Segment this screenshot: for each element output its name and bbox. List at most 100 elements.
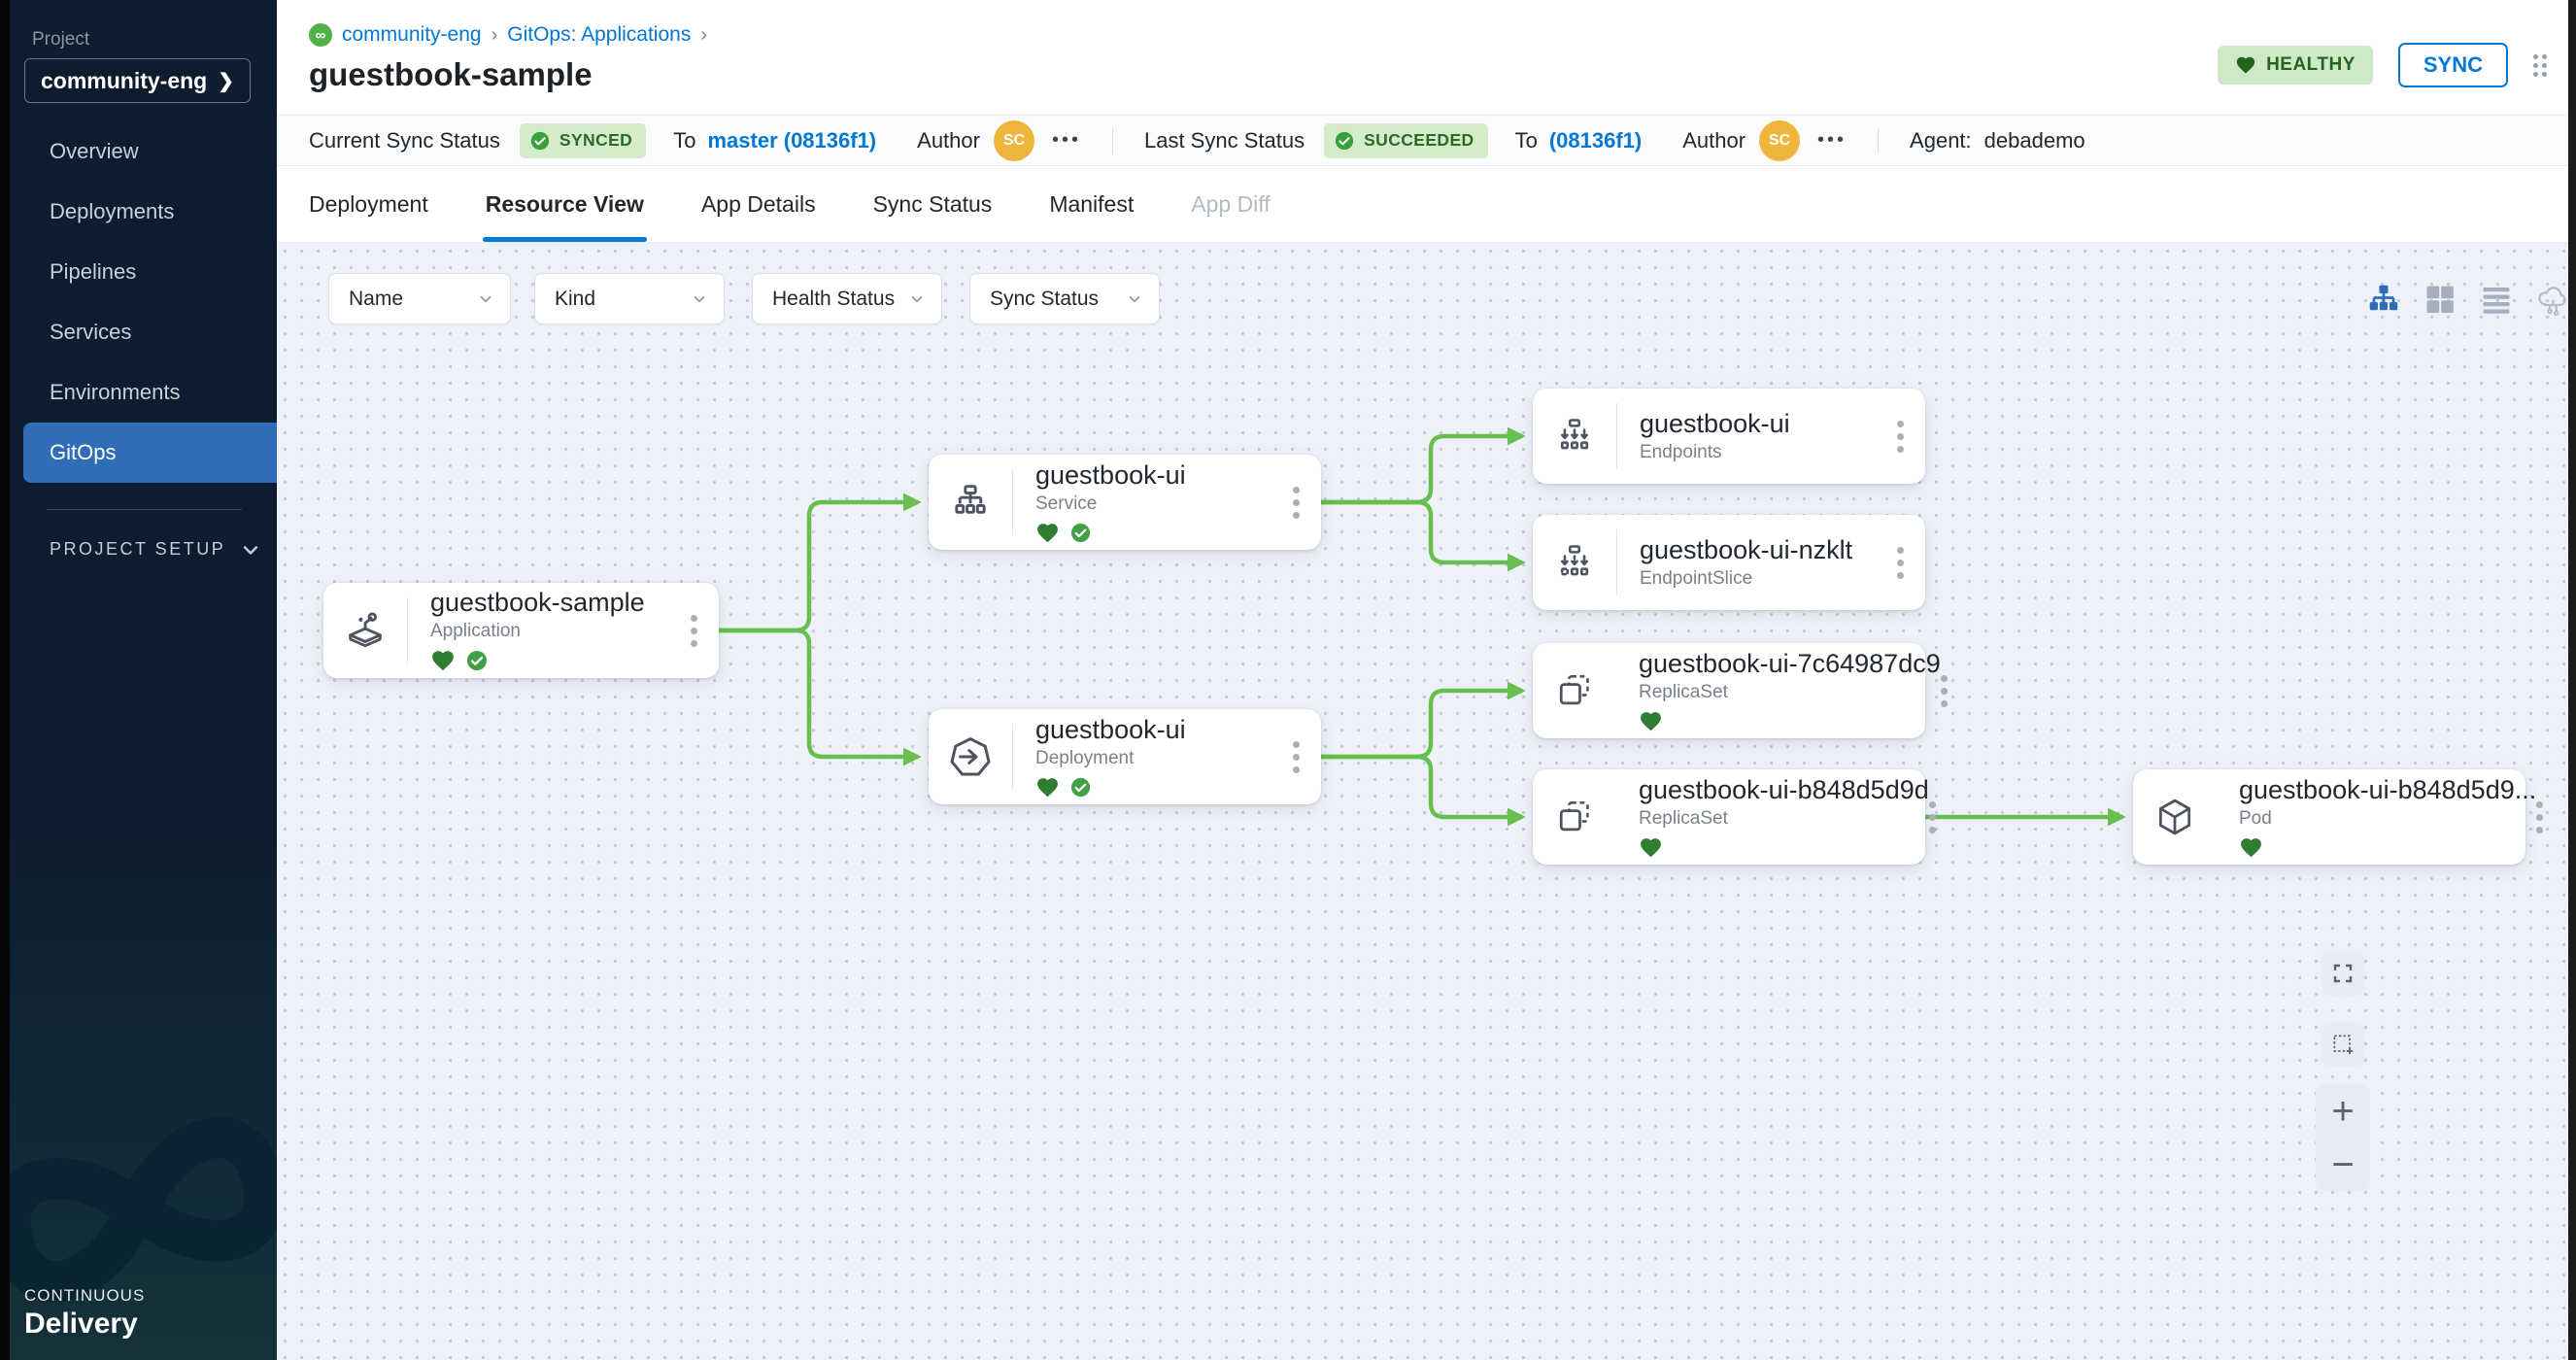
- commit-more-button[interactable]: •••: [1052, 129, 1081, 152]
- synced-check-icon: [1069, 776, 1092, 799]
- last-revision-link[interactable]: (08136f1): [1549, 128, 1642, 153]
- filter-sync-status-dropdown[interactable]: Sync Status: [969, 273, 1160, 324]
- replicaset-icon: [1553, 669, 1596, 712]
- tab-app-diff: App Diff: [1191, 166, 1270, 242]
- node-name: guestbook-ui: [1640, 409, 1875, 439]
- endpointslice-icon: [1553, 541, 1596, 584]
- sidebar-item-services[interactable]: Services: [0, 302, 277, 362]
- node-deployment-guestbook-ui[interactable]: guestbook-ui Deployment: [929, 709, 1321, 804]
- health-status-badge: HEALTHY: [2218, 46, 2373, 85]
- node-endpoints-guestbook-ui[interactable]: guestbook-ui Endpoints: [1533, 389, 1925, 484]
- author-avatar: SC: [994, 120, 1034, 161]
- filter-name-dropdown[interactable]: Name: [328, 273, 511, 324]
- synced-badge: SYNCED: [520, 123, 646, 158]
- heart-icon: [2235, 54, 2256, 76]
- breadcrumb-project-link[interactable]: community-eng: [342, 23, 482, 47]
- brand-logo: CONTINUOUS Delivery: [24, 1286, 145, 1341]
- app-tabs: Deployment Resource View App Details Syn…: [277, 166, 2576, 243]
- zoom-out-button[interactable]: −: [2331, 1145, 2354, 1184]
- list-view-icon[interactable]: [2479, 282, 2514, 317]
- chevron-right-icon: ❯: [218, 69, 234, 93]
- divider: [1112, 128, 1113, 153]
- tab-manifest[interactable]: Manifest: [1049, 166, 1134, 242]
- sync-button[interactable]: SYNC: [2398, 43, 2508, 87]
- node-status: [1035, 521, 1271, 545]
- tab-sync-status[interactable]: Sync Status: [873, 166, 993, 242]
- project-setup-toggle[interactable]: PROJECT SETUP: [0, 539, 277, 560]
- node-service-guestbook-ui[interactable]: guestbook-ui Service: [929, 455, 1321, 550]
- sidebar-item-environments[interactable]: Environments: [0, 362, 277, 423]
- divider: [1878, 128, 1879, 153]
- breadcrumb-applications-link[interactable]: GitOps: Applications: [507, 23, 691, 47]
- node-kind: Deployment: [1035, 748, 1271, 769]
- breadcrumb: ∞ community-eng › GitOps: Applications ›: [309, 23, 707, 47]
- commit-more-button[interactable]: •••: [1817, 129, 1847, 152]
- to-label: To: [1515, 128, 1538, 153]
- node-more-kebab-icon[interactable]: [1271, 741, 1321, 773]
- app-window: Project community-eng ❯ Overview Deploym…: [0, 0, 2576, 1360]
- node-name: guestbook-ui: [1035, 460, 1271, 491]
- node-more-kebab-icon[interactable]: [1875, 547, 1925, 579]
- synced-check-icon: [465, 649, 489, 672]
- sidebar-item-gitops[interactable]: GitOps: [23, 423, 277, 483]
- node-more-kebab-icon[interactable]: [2536, 801, 2543, 833]
- node-replicaset-guestbook-ui-b848d5d9d[interactable]: guestbook-ui-b848d5d9d ReplicaSet: [1533, 769, 1925, 865]
- sidebar-menu: Overview Deployments Pipelines Services …: [0, 121, 277, 560]
- node-kind: ReplicaSet: [1639, 682, 1941, 703]
- node-name: guestbook-ui: [1035, 715, 1271, 745]
- more-options-kebab-icon[interactable]: [2533, 54, 2547, 77]
- grid-view-icon[interactable]: [2423, 282, 2457, 317]
- node-kind: ReplicaSet: [1639, 808, 1929, 830]
- pod-icon: [2153, 796, 2196, 838]
- node-more-kebab-icon[interactable]: [668, 615, 719, 647]
- node-kind: Service: [1035, 493, 1271, 515]
- node-endpointslice-guestbook-ui-nzklt[interactable]: guestbook-ui-nzklt EndpointSlice: [1533, 515, 1925, 610]
- tab-deployment[interactable]: Deployment: [309, 166, 428, 242]
- chevron-down-icon: [1126, 290, 1143, 308]
- node-more-kebab-icon[interactable]: [1941, 675, 1948, 707]
- window-edge: [0, 0, 10, 1360]
- node-application-guestbook-sample[interactable]: guestbook-sample Application: [323, 583, 719, 678]
- tab-app-details[interactable]: App Details: [701, 166, 816, 242]
- project-selector[interactable]: community-eng ❯: [24, 58, 251, 103]
- gitops-logo-icon: ∞: [309, 23, 332, 47]
- filter-kind-dropdown[interactable]: Kind: [534, 273, 725, 324]
- application-icon: [343, 608, 388, 653]
- healthy-heart-icon: [430, 648, 456, 673]
- resource-graph-canvas[interactable]: Name Kind Health Status Sync Status: [277, 243, 2576, 1360]
- last-sync-label: Last Sync Status: [1144, 128, 1305, 153]
- page-title: guestbook-sample: [309, 56, 593, 93]
- tab-resource-view[interactable]: Resource View: [486, 166, 644, 242]
- node-replicaset-guestbook-ui-7c64987dc9[interactable]: guestbook-ui-7c64987dc9 ReplicaSet: [1533, 643, 1925, 738]
- fullscreen-button[interactable]: [2322, 951, 2364, 996]
- view-mode-switcher: [2366, 282, 2549, 317]
- synced-check-icon: [1069, 522, 1092, 544]
- healthy-heart-icon: [1035, 521, 1060, 545]
- marquee-select-button[interactable]: [2322, 1022, 2364, 1067]
- node-more-kebab-icon[interactable]: [1271, 487, 1321, 519]
- service-icon: [948, 480, 993, 525]
- filter-health-status-dropdown[interactable]: Health Status: [752, 273, 942, 324]
- main-area: ∞ community-eng › GitOps: Applications ›…: [277, 0, 2576, 243]
- sidebar-item-pipelines[interactable]: Pipelines: [0, 242, 277, 302]
- node-status: [430, 648, 668, 673]
- current-revision-link[interactable]: master (08136f1): [707, 128, 876, 153]
- node-more-kebab-icon[interactable]: [1929, 801, 1936, 833]
- chevron-down-icon: [477, 290, 494, 308]
- sidebar-item-overview[interactable]: Overview: [0, 121, 277, 182]
- node-name: guestbook-ui-7c64987dc9: [1639, 649, 1941, 679]
- replicaset-icon: [1553, 796, 1596, 838]
- zoom-in-button[interactable]: +: [2331, 1092, 2354, 1131]
- brand-bottom-label: Delivery: [24, 1308, 145, 1341]
- to-label: To: [673, 128, 695, 153]
- author-label: Author: [917, 128, 980, 153]
- tree-view-icon[interactable]: [2366, 282, 2401, 317]
- sidebar-item-deployments[interactable]: Deployments: [0, 182, 277, 242]
- node-pod-guestbook-ui-b848d5d9[interactable]: guestbook-ui-b848d5d9... Pod: [2133, 769, 2525, 865]
- current-sync-label: Current Sync Status: [309, 128, 500, 153]
- breadcrumb-separator: ›: [700, 24, 707, 47]
- zoom-controls: + −: [2316, 1084, 2370, 1191]
- deployment-icon: [947, 733, 994, 780]
- node-more-kebab-icon[interactable]: [1875, 421, 1925, 453]
- cloud-network-icon[interactable]: [2535, 282, 2570, 317]
